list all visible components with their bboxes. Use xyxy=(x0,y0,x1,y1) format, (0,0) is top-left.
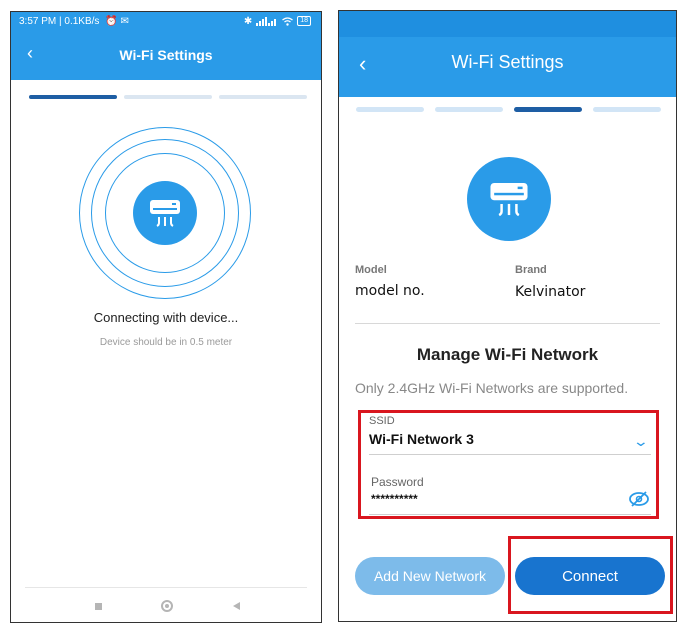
connection-status-text: Connecting with device... xyxy=(93,310,239,325)
app-header: ‹ Wi-Fi Settings xyxy=(11,30,321,80)
signal-icon xyxy=(256,16,277,26)
password-input[interactable]: ********** xyxy=(371,492,418,506)
system-back-button[interactable] xyxy=(226,596,246,616)
connect-button[interactable]: Connect xyxy=(515,557,665,595)
status-icons: ✱ 18 xyxy=(244,16,311,27)
app-header: ‹ Wi-Fi Settings xyxy=(339,11,676,97)
step-indicator-2 xyxy=(435,107,503,112)
system-nav-bar xyxy=(11,596,321,616)
step-indicator-1 xyxy=(29,95,117,99)
add-new-network-button[interactable]: Add New Network xyxy=(355,557,505,595)
page-title: Wi-Fi Settings xyxy=(119,47,213,63)
brand-label: Brand xyxy=(515,264,547,276)
back-chevron-icon[interactable]: ‹ xyxy=(27,44,33,62)
password-underline xyxy=(369,514,651,515)
bluetooth-icon: ✱ xyxy=(243,15,253,27)
manage-network-title: Manage Wi-Fi Network xyxy=(416,345,599,364)
right-phone-screen: ‹ Wi-Fi Settings Model model no. Brand K… xyxy=(338,10,677,622)
air-conditioner-icon xyxy=(467,157,551,241)
step-progress xyxy=(11,95,321,99)
ssid-label: SSID xyxy=(369,415,395,427)
step-indicator-2 xyxy=(124,95,212,99)
back-triangle-icon xyxy=(232,602,240,610)
wifi-icon xyxy=(282,16,294,26)
chevron-down-icon[interactable]: ⌄ xyxy=(633,433,649,450)
step-indicator-1 xyxy=(356,107,424,112)
recent-apps-button[interactable] xyxy=(88,596,108,616)
alarm-icon: ⏰ xyxy=(105,15,118,27)
mail-icon: ✉ xyxy=(120,15,129,27)
model-value: model no. xyxy=(355,283,425,299)
left-phone-screen: 3:57 PM | 0.1KB/s ⏰ ✉ ✱ 18 ‹ Wi-Fi Setti… xyxy=(10,11,322,623)
status-bar xyxy=(339,11,676,37)
model-label: Model xyxy=(355,264,387,276)
status-time-info: 3:57 PM | 0.1KB/s ⏰ ✉ xyxy=(19,15,129,27)
home-circle-icon xyxy=(161,600,173,612)
status-bar: 3:57 PM | 0.1KB/s ⏰ ✉ ✱ 18 xyxy=(11,12,321,30)
eye-off-icon[interactable] xyxy=(628,490,650,508)
password-label: Password xyxy=(371,475,424,489)
step-indicator-3 xyxy=(514,107,582,112)
battery-icon: 18 xyxy=(297,16,311,26)
network-support-note: Only 2.4GHz Wi-Fi Networks are supported… xyxy=(355,380,629,396)
step-progress xyxy=(339,107,676,113)
brand-value: Kelvinator xyxy=(515,284,586,300)
square-icon xyxy=(94,602,102,610)
nav-divider xyxy=(25,587,307,588)
air-conditioner-icon xyxy=(133,181,197,245)
connection-hint-text: Device should be in 0.5 meter xyxy=(99,337,233,348)
step-indicator-3 xyxy=(219,95,307,99)
ssid-select[interactable]: Wi-Fi Network 3 xyxy=(369,431,474,447)
page-title: Wi-Fi Settings xyxy=(451,52,564,72)
step-indicator-4 xyxy=(593,107,661,112)
section-divider xyxy=(355,323,660,324)
ssid-underline xyxy=(369,454,651,455)
home-button[interactable] xyxy=(157,596,177,616)
